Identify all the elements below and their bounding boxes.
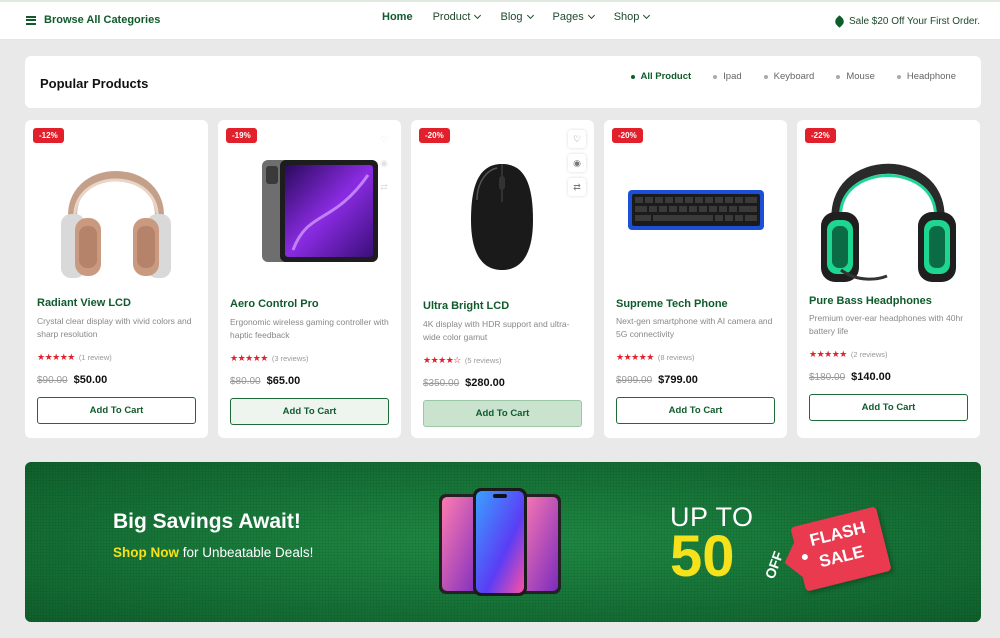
product-description: Ergonomic wireless gaming controller wit… <box>230 317 389 340</box>
old-price: $350.00 <box>423 378 460 389</box>
product-name[interactable]: Ultra Bright LCD <box>423 300 509 312</box>
product-name[interactable]: Aero Control Pro <box>230 298 319 310</box>
main-nav: Home Product Blog Pages Shop <box>382 11 651 23</box>
chevron-down-icon <box>474 11 482 20</box>
section-title: Popular Products <box>40 76 149 91</box>
current-price: $50.00 <box>73 374 108 386</box>
product-name[interactable]: Radiant View LCD <box>37 297 131 309</box>
star-rating-icons: ★★★★★ <box>37 352 75 362</box>
nav-blog[interactable]: Blog <box>500 11 534 23</box>
headphones-image <box>61 171 171 278</box>
product-name[interactable]: Pure Bass Headphones <box>809 295 932 307</box>
filter-ipad[interactable]: Ipad <box>713 71 742 82</box>
nav-shop[interactable]: Shop <box>613 11 651 23</box>
product-description: Next-gen smartphone with AI camera and 5… <box>616 316 773 339</box>
top-navigation-bar: Browse All Categories Home Product Blog … <box>0 0 1000 40</box>
nav-pages[interactable]: Pages <box>552 11 595 23</box>
chevron-down-icon <box>526 11 534 20</box>
flash-sale-tag: FLASH SALE <box>790 506 892 592</box>
review-count: (2 reviews) <box>850 350 888 359</box>
product-price: $90.00 $50.00 <box>37 374 107 386</box>
banner-subtitle: Shop Now for Unbeatable Deals! <box>113 545 313 560</box>
review-count: (1 review) <box>78 353 112 362</box>
star-rating-icons: ★★★★★ <box>809 349 847 359</box>
product-price: $999.00 $799.00 <box>616 374 698 386</box>
star-rating-icons: ★★★★★ <box>616 352 654 362</box>
tag-hole <box>801 553 809 561</box>
add-to-cart-button[interactable]: Add To Cart <box>37 397 196 424</box>
product-price: $350.00 $280.00 <box>423 377 505 389</box>
chevron-down-icon <box>643 11 651 20</box>
tag-icon <box>833 15 846 28</box>
current-price: $65.00 <box>266 375 301 387</box>
product-price: $80.00 $65.00 <box>230 375 300 387</box>
nav-shop-label: Shop <box>613 11 640 23</box>
current-price: $280.00 <box>465 377 505 389</box>
product-name[interactable]: Supreme Tech Phone <box>616 298 728 310</box>
current-price: $140.00 <box>851 371 891 383</box>
promo-message: Sale $20 Off Your First Order. <box>833 15 980 28</box>
promo-text: Sale $20 Off Your First Order. <box>849 16 980 27</box>
old-price: $90.00 <box>37 375 68 386</box>
keyboard-image <box>628 190 764 230</box>
old-price: $180.00 <box>809 372 846 383</box>
product-description: 4K display with HDR support and ultra-wi… <box>423 319 570 342</box>
old-price: $80.00 <box>230 376 261 387</box>
product-rating: ★★★★★ (8 reviews) <box>616 352 695 363</box>
promo-banner[interactable]: Big Savings Await! Shop Now for Unbeatab… <box>25 462 981 622</box>
browse-categories-button[interactable]: Browse All Categories <box>26 14 160 26</box>
browse-categories-label: Browse All Categories <box>44 14 161 26</box>
filter-keyboard[interactable]: Keyboard <box>764 71 815 82</box>
add-to-cart-button[interactable]: Add To Cart <box>423 400 582 427</box>
gaming-headphones-image <box>821 163 956 282</box>
nav-home-label: Home <box>382 11 413 23</box>
current-price: $799.00 <box>658 374 698 386</box>
product-rating: ★★★★★ (2 reviews) <box>809 349 888 360</box>
shop-now-link[interactable]: Shop Now <box>113 545 179 560</box>
popular-products-header: Popular Products All Product Ipad Keyboa… <box>25 56 981 108</box>
product-card[interactable]: -22% Pure Bass Headphones Premium over-e… <box>797 120 980 438</box>
nav-home[interactable]: Home <box>382 11 413 23</box>
nav-product-label: Product <box>432 11 471 23</box>
product-card[interactable]: -20% Supreme Tech Phone Next-gen smartph… <box>604 120 787 438</box>
chevron-down-icon <box>587 11 595 20</box>
mouse-image <box>471 164 533 270</box>
menu-icon <box>26 15 36 25</box>
add-to-cart-button[interactable]: Add To Cart <box>616 397 775 424</box>
review-count: (5 reviews) <box>464 356 502 365</box>
nav-blog-label: Blog <box>500 11 523 23</box>
product-card[interactable]: -12% Radiant View LCD Crystal clear disp… <box>25 120 208 438</box>
product-card[interactable]: -20% ♡ ◉ ⇄ Ultra Bright LCD 4K display w… <box>411 120 594 438</box>
review-count: (3 reviews) <box>271 354 309 363</box>
review-count: (8 reviews) <box>657 353 695 362</box>
nav-pages-label: Pages <box>552 11 584 23</box>
smartphones-image <box>439 488 561 596</box>
product-price: $180.00 $140.00 <box>809 371 891 383</box>
product-filter-tabs: All Product Ipad Keyboard Mouse Headphon… <box>631 71 957 82</box>
tablet-image <box>262 160 378 262</box>
filter-mouse[interactable]: Mouse <box>836 71 875 82</box>
filter-all-product[interactable]: All Product <box>631 71 692 82</box>
product-rating: ★★★★★ (3 reviews) <box>230 353 309 364</box>
banner-subtitle-text: for Unbeatable Deals! <box>179 545 314 560</box>
banner-title: Big Savings Await! <box>113 510 301 533</box>
old-price: $999.00 <box>616 375 653 386</box>
product-description: Premium over-ear headphones with 40hr ba… <box>809 313 964 336</box>
nav-product[interactable]: Product <box>432 11 482 23</box>
filter-headphone[interactable]: Headphone <box>897 71 956 82</box>
add-to-cart-button[interactable]: Add To Cart <box>809 394 968 421</box>
product-description: Crystal clear display with vivid colors … <box>37 316 192 339</box>
star-rating-icons: ★★★★★ <box>230 353 268 363</box>
star-rating-icons: ★★★★☆ <box>423 355 461 365</box>
product-rating: ★★★★☆ (5 reviews) <box>423 355 502 366</box>
discount-percent: 50 <box>670 524 735 589</box>
product-card[interactable]: -19% ♡ ◉ ⇄ Aero Control Pro Ergonomic wi… <box>218 120 401 438</box>
product-rating: ★★★★★ (1 review) <box>37 352 112 363</box>
add-to-cart-button[interactable]: Add To Cart <box>230 398 389 425</box>
